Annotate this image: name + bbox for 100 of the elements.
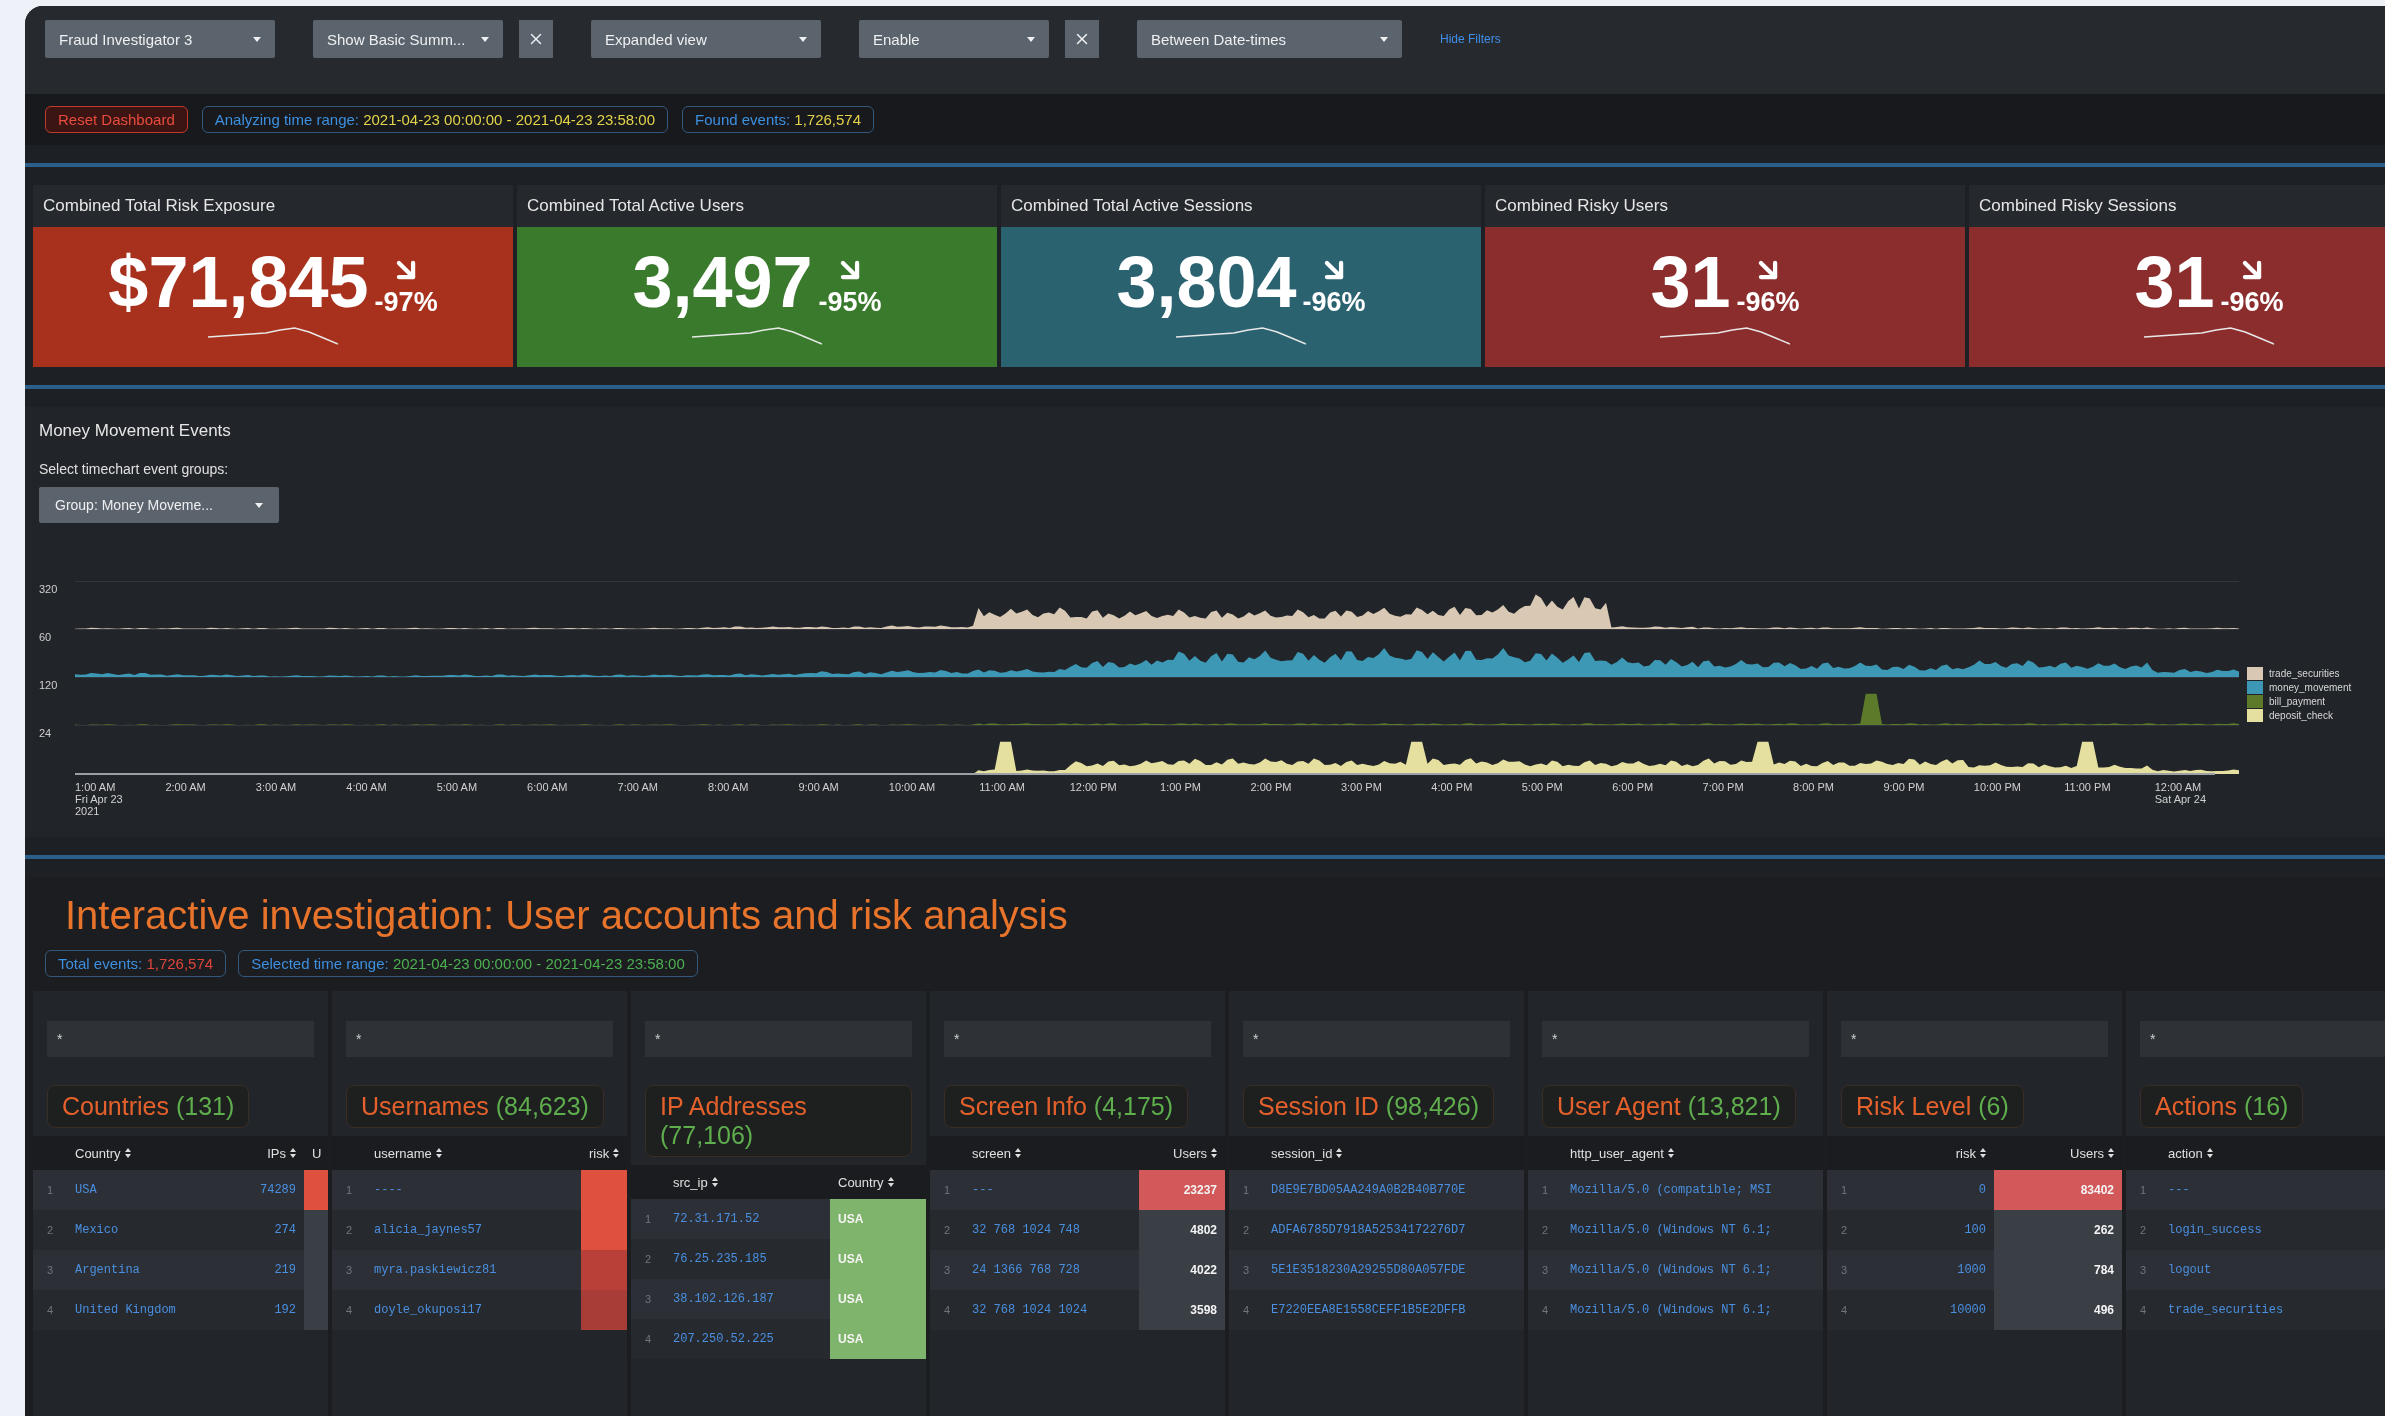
row-number: 1 bbox=[942, 1183, 952, 1198]
filter-field[interactable]: * bbox=[645, 1021, 912, 1057]
column-header[interactable]: Users bbox=[1139, 1145, 1225, 1161]
table-cell-text: 0 bbox=[1977, 1182, 1987, 1199]
row-number: 2 bbox=[942, 1223, 952, 1238]
column-header[interactable]: http_user_agent bbox=[1562, 1145, 1823, 1161]
time-label: 12:00 AM Sat Apr 24 bbox=[2154, 781, 2208, 807]
column-header[interactable]: session_id bbox=[1263, 1145, 1524, 1161]
group-dropdown[interactable]: Group: Money Moveme... bbox=[39, 487, 279, 523]
legend-label: deposit_check bbox=[2269, 710, 2333, 721]
table-cell-text: --- bbox=[971, 1182, 995, 1199]
table-cell-text: 5E1E3518230A29255D80A057FDE bbox=[1270, 1262, 1467, 1279]
row-number: 2 bbox=[344, 1223, 354, 1238]
row-number: 2 bbox=[2138, 1223, 2148, 1238]
clear-button[interactable] bbox=[1065, 20, 1099, 58]
status-pill: Analyzing time range: 2021-04-23 00:00:00 - 2021-04-23 23:58:00 bbox=[201, 106, 669, 133]
chart-title: Money Movement Events bbox=[39, 421, 232, 441]
table-cell-text: --- bbox=[2167, 1182, 2191, 1199]
time-label: 9:00 PM bbox=[1883, 781, 1926, 795]
row-number: 4 bbox=[45, 1303, 55, 1318]
column-header[interactable]: risk bbox=[581, 1145, 627, 1161]
sort-icon bbox=[124, 1148, 131, 1158]
sort-icon bbox=[887, 1177, 894, 1187]
table-cell-text: alicia_jaynes57 bbox=[373, 1222, 484, 1239]
table-cell: USA bbox=[830, 1279, 926, 1319]
status-pill: Found events: 1,726,574 bbox=[682, 106, 875, 133]
row-number: 3 bbox=[2138, 1263, 2148, 1278]
filter-field[interactable]: * bbox=[1542, 1021, 1809, 1057]
panel-title: Risk Level (6) bbox=[1841, 1085, 2024, 1128]
row-number: 4 bbox=[1241, 1303, 1251, 1318]
selector-label: Select timechart event groups: bbox=[39, 461, 230, 477]
column-header[interactable]: action bbox=[2160, 1145, 2385, 1161]
table-cell: 4022 bbox=[1139, 1250, 1225, 1290]
filter-field[interactable]: * bbox=[1243, 1021, 1510, 1057]
time-label: 10:00 AM bbox=[888, 781, 937, 795]
table-cell-text: 72.31.171.52 bbox=[672, 1211, 761, 1228]
time-label: 12:00 PM bbox=[1069, 781, 1118, 795]
filter-field[interactable]: * bbox=[2140, 1021, 2385, 1057]
table-cell-text: Mozilla/5.0 (Windows NT 6.1; bbox=[1569, 1262, 1773, 1279]
panel-title: Actions (16) bbox=[2140, 1085, 2304, 1128]
column-header[interactable]: src_ip bbox=[665, 1174, 830, 1190]
table-cell-text: 24 1366 768 728 bbox=[971, 1262, 1082, 1279]
table-cell: 23237 bbox=[1139, 1170, 1225, 1210]
column-header[interactable]: risk bbox=[1861, 1145, 1994, 1161]
row-number: 2 bbox=[1241, 1223, 1251, 1238]
time-label: 6:00 AM bbox=[527, 781, 569, 795]
caret-icon bbox=[1027, 36, 1035, 42]
filter-dropdown[interactable]: Enable bbox=[859, 20, 1049, 58]
filter-field[interactable]: * bbox=[1841, 1021, 2108, 1057]
row-number: 3 bbox=[942, 1263, 952, 1278]
table-cell-text: 10000 bbox=[1949, 1302, 1987, 1319]
time-label: 4:00 PM bbox=[1431, 781, 1474, 795]
column-header[interactable]: Users bbox=[1994, 1145, 2122, 1161]
column-header[interactable]: Country bbox=[830, 1174, 926, 1190]
kpi-value: 3,804 bbox=[1116, 246, 1297, 318]
column-header[interactable]: IPs bbox=[232, 1145, 304, 1161]
column-header[interactable]: U bbox=[304, 1145, 328, 1161]
column-header[interactable]: Country bbox=[67, 1145, 232, 1161]
table-cell-text: doyle_okuposi17 bbox=[373, 1302, 484, 1319]
filter-dropdown[interactable]: Fraud Investigator 3 bbox=[45, 20, 275, 58]
row-number: 1 bbox=[1839, 1183, 1849, 1198]
table-cell-text: D8E9E7BD05AA249A0B2B40B770E bbox=[1270, 1182, 1467, 1199]
filter-field[interactable]: * bbox=[346, 1021, 613, 1057]
time-label: 1:00 AM Fri Apr 23 2021 bbox=[75, 781, 124, 817]
table-cell-text: myra.paskiewicz81 bbox=[373, 1262, 498, 1279]
table-cell-text: 1000 bbox=[1956, 1262, 1987, 1279]
reset-dashboard-button[interactable]: Reset Dashboard bbox=[45, 106, 188, 133]
status-pill: Total events: 1,726,574 bbox=[45, 950, 227, 977]
filter-field[interactable]: * bbox=[944, 1021, 1211, 1057]
table-cell-text: Mexico bbox=[74, 1222, 120, 1239]
row-number: 1 bbox=[2138, 1183, 2148, 1198]
filter-dropdown[interactable]: Show Basic Summ... bbox=[313, 20, 503, 58]
table-cell: 496 bbox=[1994, 1290, 2122, 1330]
table-cell-text: 207.250.52.225 bbox=[672, 1331, 775, 1348]
row-number: 2 bbox=[643, 1252, 653, 1267]
table-cell-text: 219 bbox=[273, 1262, 297, 1279]
row-number: 1 bbox=[344, 1183, 354, 1198]
caret-icon bbox=[255, 502, 263, 508]
axis-label: 320 bbox=[39, 582, 59, 597]
kpi-delta: -96% bbox=[1302, 287, 1366, 318]
column-header[interactable]: screen bbox=[964, 1145, 1139, 1161]
table-cell-text: Mozilla/5.0 (compatible; MSI bbox=[1569, 1182, 1773, 1199]
time-label: 3:00 AM bbox=[255, 781, 298, 795]
table-cell: 262 bbox=[1994, 1210, 2122, 1250]
filter-dropdown[interactable]: Between Date-times bbox=[1137, 20, 1402, 58]
filter-dropdown[interactable]: Expanded view bbox=[591, 20, 821, 58]
sort-icon bbox=[1980, 1148, 1986, 1158]
clear-button[interactable] bbox=[519, 20, 553, 58]
time-label: 11:00 PM bbox=[2064, 781, 2112, 795]
kpi-value: $71,845 bbox=[108, 246, 369, 318]
time-label: 8:00 AM bbox=[707, 781, 750, 795]
kpi-delta: -95% bbox=[818, 287, 882, 318]
table-cell-text: 76.25.235.185 bbox=[672, 1251, 768, 1268]
time-label: 2:00 AM bbox=[165, 781, 207, 795]
column-header[interactable]: username bbox=[366, 1145, 581, 1161]
time-label: 7:00 AM bbox=[617, 781, 659, 795]
kpi-value: 31 bbox=[2134, 246, 2215, 318]
hide-filters-link[interactable]: Hide Filters bbox=[1440, 32, 1501, 46]
filter-field[interactable]: * bbox=[47, 1021, 314, 1057]
panel-title: Session ID (98,426) bbox=[1243, 1085, 1494, 1128]
